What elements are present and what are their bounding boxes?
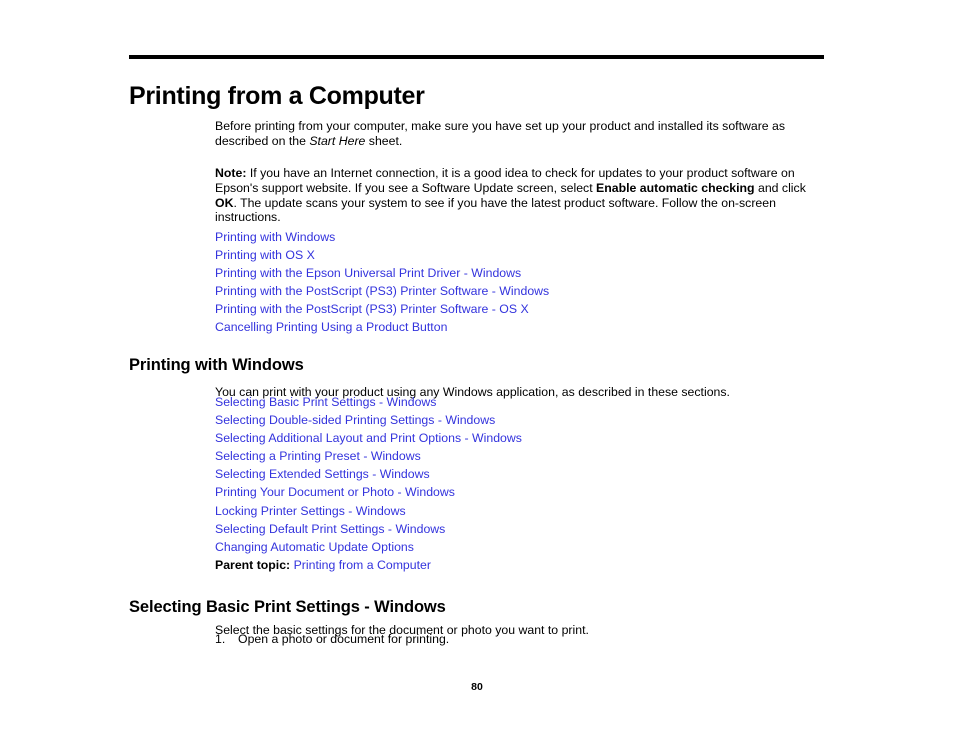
link-selecting-basic-print-settings-windows[interactable]: Selecting Basic Print Settings - Windows [215,395,436,409]
toc-main-list: Printing with Windows Printing with OS X… [215,228,835,337]
link-printing-your-document-or-photo-windows[interactable]: Printing Your Document or Photo - Window… [215,485,455,499]
note-paragraph: Note: If you have an Internet connection… [215,166,821,225]
list-item: Printing with Windows [215,228,835,246]
intro-text-after: sheet. [365,134,403,148]
intro-italic-start-here: Start Here [309,134,366,148]
parent-topic-label: Parent topic: [215,558,291,572]
list-item: Changing Automatic Update Options [215,538,835,556]
link-selecting-printing-preset-windows[interactable]: Selecting a Printing Preset - Windows [215,449,421,463]
list-item: Selecting Extended Settings - Windows [215,465,835,483]
page-number: 80 [471,681,483,693]
step-text: Open a photo or document for printing. [238,632,450,646]
link-printing-postscript-ps3-os-x[interactable]: Printing with the PostScript (PS3) Print… [215,302,529,316]
list-item: Selecting a Printing Preset - Windows [215,447,835,465]
link-selecting-default-print-settings-windows[interactable]: Selecting Default Print Settings - Windo… [215,522,445,536]
list-item: Cancelling Printing Using a Product Butt… [215,318,835,336]
link-selecting-extended-settings-windows[interactable]: Selecting Extended Settings - Windows [215,467,430,481]
list-item: Selecting Double-sided Printing Settings… [215,411,835,429]
note-text-2: and click [754,181,806,195]
list-item: Selecting Default Print Settings - Windo… [215,520,835,538]
link-printing-postscript-ps3-windows[interactable]: Printing with the PostScript (PS3) Print… [215,284,549,298]
list-item: Printing with OS X [215,246,835,264]
list-item: Selecting Basic Print Settings - Windows [215,393,835,411]
link-selecting-double-sided-printing-settings-windows[interactable]: Selecting Double-sided Printing Settings… [215,413,495,427]
section-heading-selecting-basic-print-settings: Selecting Basic Print Settings - Windows [129,597,446,616]
link-printing-epson-universal-print-driver-windows[interactable]: Printing with the Epson Universal Print … [215,266,521,280]
document-page: Printing from a Computer Before printing… [0,0,954,738]
link-parent-topic-printing-from-a-computer[interactable]: Printing from a Computer [294,558,431,572]
title-divider-rule [129,55,824,59]
intro-paragraph: Before printing from your computer, make… [215,119,817,148]
link-selecting-additional-layout-print-options-windows[interactable]: Selecting Additional Layout and Print Op… [215,431,522,445]
parent-topic: Parent topic: Printing from a Computer [215,558,431,573]
section-heading-printing-with-windows: Printing with Windows [129,355,304,374]
note-bold-ok: OK [215,195,234,210]
list-item: Printing with the PostScript (PS3) Print… [215,282,835,300]
list-item: Printing with the PostScript (PS3) Print… [215,300,835,318]
list-item: Locking Printer Settings - Windows [215,502,835,520]
link-printing-with-os-x[interactable]: Printing with OS X [215,248,315,262]
intro-text-before: Before printing from your computer, make… [215,119,786,148]
list-item: Printing with the Epson Universal Print … [215,264,835,282]
link-changing-automatic-update-options[interactable]: Changing Automatic Update Options [215,540,414,554]
list-item: Printing Your Document or Photo - Window… [215,483,835,501]
page-title: Printing from a Computer [129,81,425,110]
note-bold-enable-automatic-checking: Enable automatic checking [596,181,755,195]
link-cancelling-printing-product-button[interactable]: Cancelling Printing Using a Product Butt… [215,320,447,334]
list-item: Selecting Additional Layout and Print Op… [215,429,835,447]
link-locking-printer-settings-windows[interactable]: Locking Printer Settings - Windows [215,504,406,518]
toc-windows-list: Selecting Basic Print Settings - Windows… [215,393,835,556]
list-item: 1. Open a photo or document for printing. [215,632,449,647]
link-printing-with-windows[interactable]: Printing with Windows [215,230,335,244]
note-text-3: . The update scans your system to see if… [215,195,776,225]
note-label: Note: [215,166,247,181]
step-number: 1. [215,632,226,646]
